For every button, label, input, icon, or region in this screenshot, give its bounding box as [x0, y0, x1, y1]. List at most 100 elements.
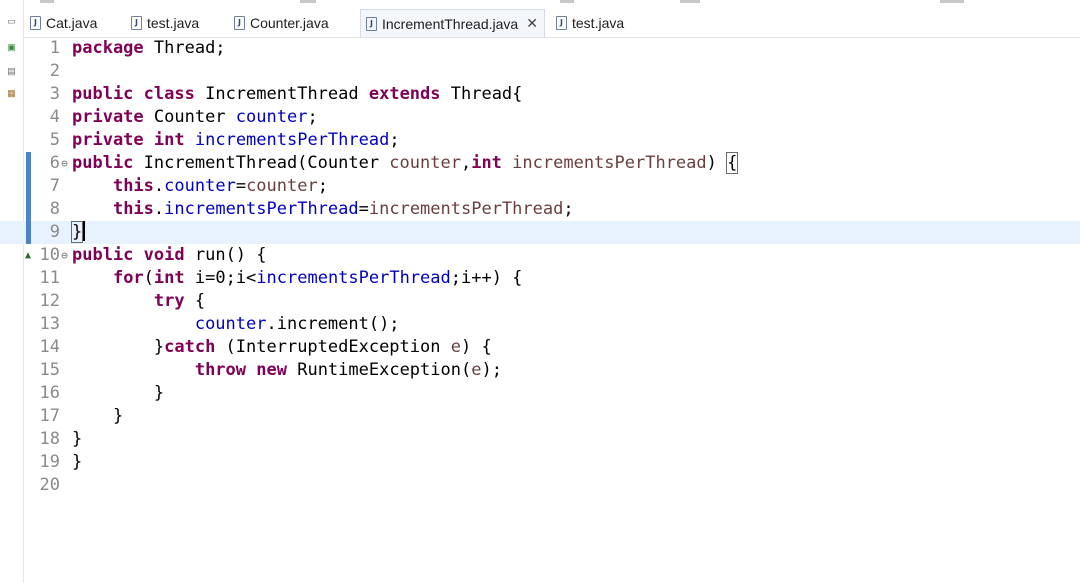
code-line[interactable]: 18}: [0, 428, 1080, 451]
code-token: Thread{: [440, 84, 523, 104]
code-line[interactable]: 11 for(int i=0;i<incrementsPerThread;i++…: [0, 267, 1080, 290]
code-token: for: [112, 268, 144, 288]
code-token: package: [72, 38, 144, 58]
code-text: throw new RuntimeException(e);: [72, 359, 502, 382]
code-line[interactable]: 4 private Counter counter;: [0, 106, 1080, 129]
code-line[interactable]: 3 public class IncrementThread extends Th…: [0, 83, 1080, 106]
code-token: IncrementThread: [194, 84, 369, 104]
code-token: class: [143, 84, 195, 104]
line-number: 11: [39, 268, 60, 288]
line-number: 1: [49, 38, 60, 58]
code-token: .: [153, 176, 165, 196]
fold-icon[interactable]: ⊖: [59, 152, 70, 175]
java-file-icon: J: [234, 16, 245, 30]
code-token: }: [72, 383, 165, 403]
code-text: }: [72, 428, 82, 451]
code-line[interactable]: 2: [0, 60, 1080, 83]
code-line[interactable]: 17 }: [0, 405, 1080, 428]
tab-label: test.java: [572, 15, 625, 31]
line-number: 2: [49, 61, 60, 81]
code-token: int: [471, 153, 502, 173]
tab-cat-java[interactable]: J Cat.java: [30, 9, 97, 37]
java-file-icon: J: [30, 16, 41, 30]
code-token: incrementsPerThread: [164, 199, 359, 219]
override-arrow-icon[interactable]: ▲: [25, 244, 31, 267]
top-toolbar-strip: [0, 0, 1080, 6]
toolbar-edge: [680, 0, 700, 3]
code-token: run() {: [184, 245, 267, 265]
code-token: private: [72, 130, 144, 150]
code-token: try: [153, 291, 185, 311]
tab-label: IncrementThread.java: [382, 15, 519, 32]
code-token: ;: [317, 176, 328, 196]
code-line[interactable]: 15 throw new RuntimeException(e);: [0, 359, 1080, 382]
code-token: ) {: [460, 337, 492, 357]
code-line[interactable]: 16 }: [0, 382, 1080, 405]
code-token: }: [72, 337, 165, 357]
code-text: }: [72, 405, 123, 428]
code-token: incrementsPerThread: [256, 268, 451, 288]
code-line[interactable]: 9}: [0, 221, 1080, 244]
code-token: this: [112, 199, 154, 219]
fold-icon[interactable]: ⊖: [59, 244, 70, 267]
code-token: new: [256, 360, 287, 380]
code-token: counter: [246, 176, 318, 196]
change-marker: [26, 175, 31, 198]
minimize-icon[interactable]: ▭: [5, 16, 18, 26]
code-line[interactable]: 12 try {: [0, 290, 1080, 313]
tab-test-java[interactable]: J test.java: [131, 9, 199, 37]
toolbar-edge: [560, 0, 574, 3]
code-token: IncrementThread(Counter: [133, 153, 390, 173]
code-token: int: [153, 130, 185, 150]
code-token: (: [143, 268, 154, 288]
line-number: 14: [39, 337, 60, 357]
tab-incrementthread-java[interactable]: J IncrementThread.java ✕: [360, 9, 545, 37]
line-number: 5: [49, 130, 60, 150]
code-text: counter.increment();: [72, 313, 400, 336]
code-token: {: [184, 291, 206, 311]
code-line[interactable]: 6 ⊖ public IncrementThread(Counter counter…: [0, 152, 1080, 175]
code-token: private: [72, 107, 144, 127]
java-file-icon: J: [366, 16, 377, 31]
editor-tab-bar: J Cat.java J test.java J Counter.java J …: [24, 9, 1080, 38]
toolbar-edge: [940, 0, 964, 3]
code-token: Counter: [143, 107, 236, 127]
code-token: {: [726, 152, 739, 174]
java-file-icon: J: [131, 16, 142, 30]
code-line[interactable]: ▲ 10 ⊖ public void run() {: [0, 244, 1080, 267]
code-token: incrementsPerThread: [512, 153, 707, 173]
code-token: }: [72, 406, 124, 426]
code-text: }: [70, 221, 86, 244]
code-text: }catch (InterruptedException e) {: [72, 336, 492, 359]
code-line[interactable]: 5 private int incrementsPerThread;: [0, 129, 1080, 152]
code-line[interactable]: 7 this.counter=counter;: [0, 175, 1080, 198]
code-line[interactable]: 19}: [0, 451, 1080, 474]
change-marker: [26, 198, 31, 221]
code-token: .: [153, 199, 165, 219]
code-token: e: [450, 337, 461, 357]
tab-counter-java[interactable]: J Counter.java: [234, 9, 329, 37]
code-token: ,: [460, 153, 472, 173]
code-line[interactable]: 1 package Thread;: [0, 37, 1080, 60]
line-number: 13: [39, 314, 60, 334]
close-icon[interactable]: ✕: [526, 16, 538, 32]
tab-label: test.java: [147, 15, 200, 31]
code-token: throw: [194, 360, 247, 380]
code-line[interactable]: 14 }catch (InterruptedException e) {: [0, 336, 1080, 359]
code-line[interactable]: 20: [0, 474, 1080, 497]
line-number: 10: [39, 245, 60, 265]
code-token: }: [70, 221, 84, 243]
code-line[interactable]: 13 counter.increment();: [0, 313, 1080, 336]
tab-test-java-2[interactable]: J test.java: [556, 9, 624, 37]
code-text: try {: [72, 290, 205, 313]
line-number: 16: [39, 383, 60, 403]
code-line[interactable]: 8 this.incrementsPerThread=incrementsPer…: [0, 198, 1080, 221]
